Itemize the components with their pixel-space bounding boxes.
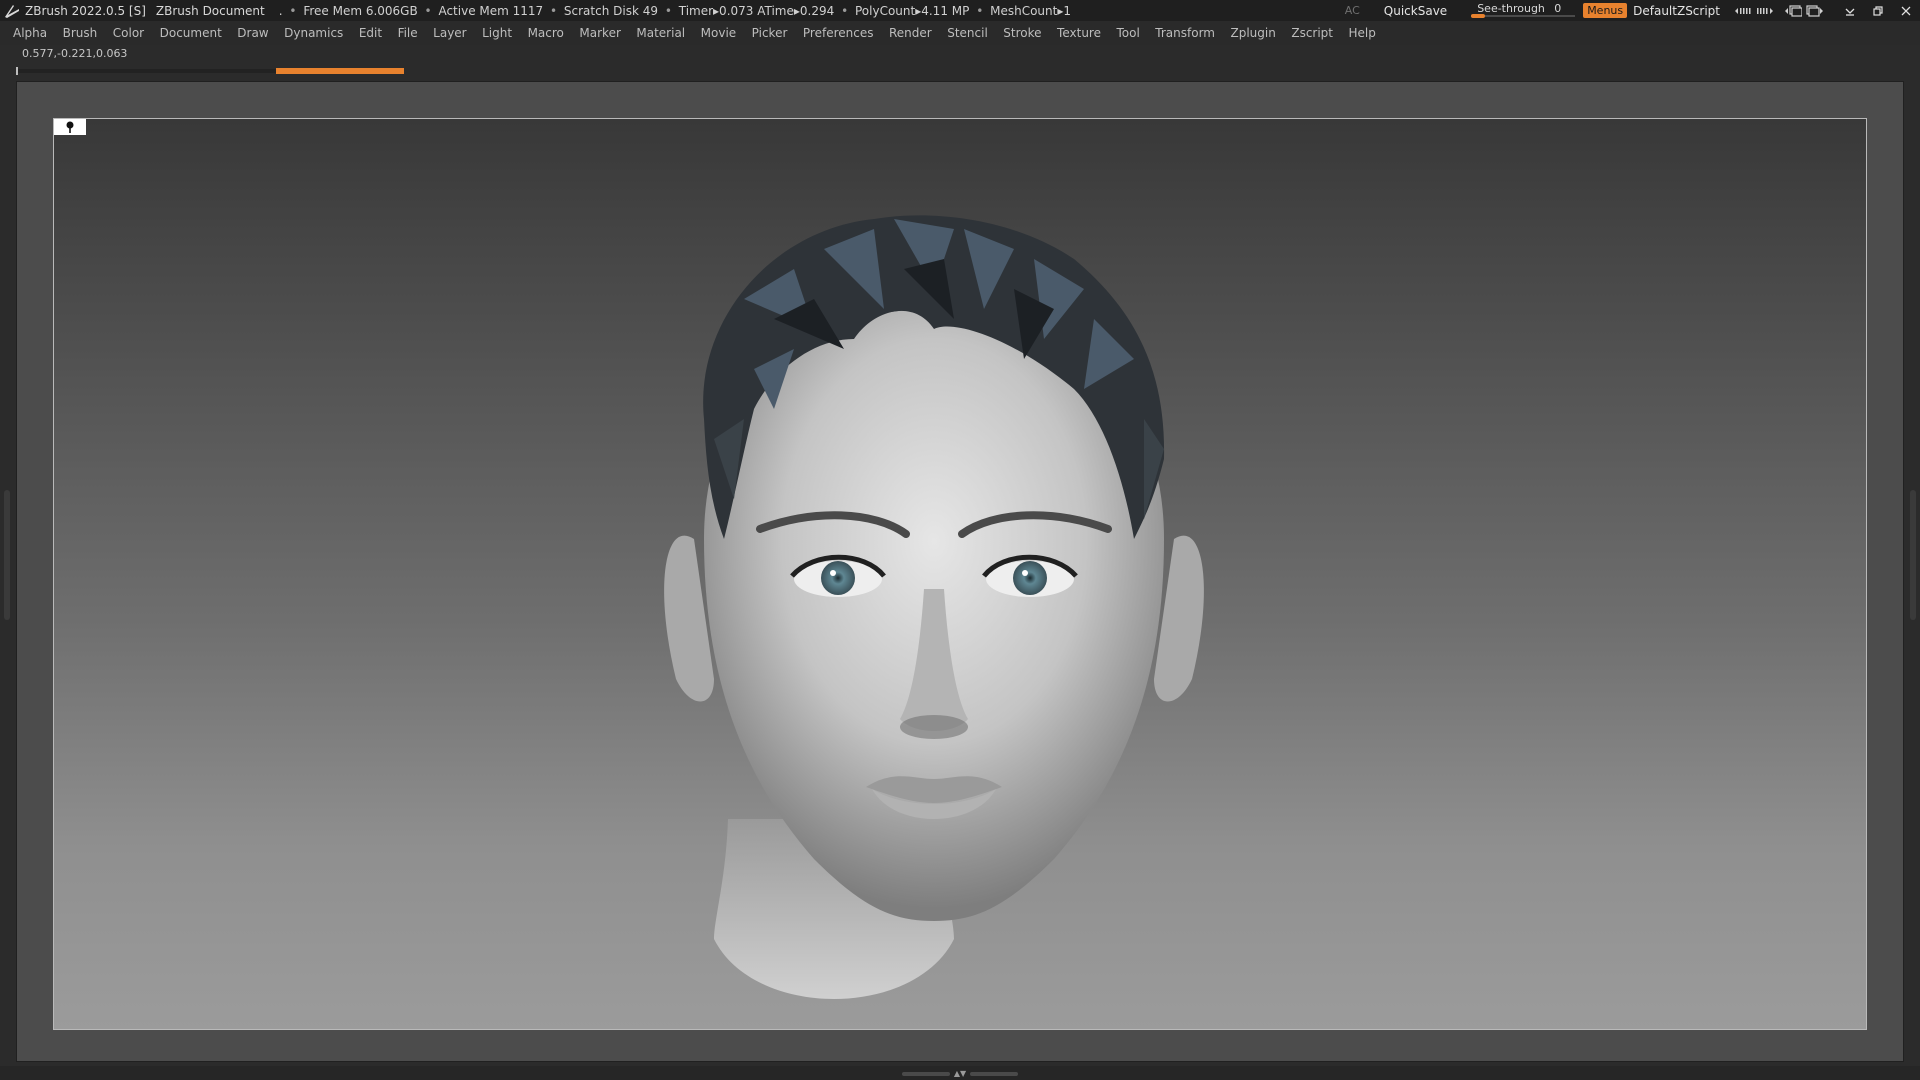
menu-stencil[interactable]: Stencil	[947, 26, 988, 40]
layout-next-icon[interactable]	[1754, 2, 1776, 20]
separator-dot: •	[424, 3, 432, 18]
minimize-icon[interactable]	[1836, 0, 1864, 21]
menu-help[interactable]: Help	[1349, 26, 1376, 40]
menu-brush[interactable]: Brush	[63, 26, 98, 40]
restore-icon[interactable]	[1864, 0, 1892, 21]
menu-edit[interactable]: Edit	[359, 26, 382, 40]
separator-dot: •	[976, 3, 984, 18]
see-through-slider[interactable]: See-through 0	[1471, 1, 1576, 20]
stats-dot: .	[278, 3, 283, 18]
right-tray-handle[interactable]	[1910, 490, 1916, 620]
cursor-coordinates: 0.577,-0.221,0.063	[22, 47, 128, 60]
title-bar-right: AC QuickSave See-through 0 Menus Default…	[1345, 0, 1920, 21]
separator-dot: •	[289, 3, 297, 18]
menu-texture[interactable]: Texture	[1057, 26, 1101, 40]
quicksave-button[interactable]: QuickSave	[1384, 4, 1447, 18]
ac-label[interactable]: AC	[1345, 4, 1360, 17]
menu-layer[interactable]: Layer	[433, 26, 466, 40]
see-through-value: 0	[1554, 1, 1562, 15]
title-bar: ZBrush 2022.0.5 [S] ZBrush Document . • …	[0, 0, 1920, 21]
menu-light[interactable]: Light	[482, 26, 512, 40]
close-icon[interactable]	[1892, 0, 1920, 21]
menu-stroke[interactable]: Stroke	[1003, 26, 1041, 40]
menu-dynamics[interactable]: Dynamics	[284, 26, 343, 40]
document-name: ZBrush Document	[155, 3, 265, 18]
bottom-handle-bar	[970, 1072, 1019, 1076]
menu-color[interactable]: Color	[113, 26, 144, 40]
menu-file[interactable]: File	[398, 26, 418, 40]
progress-tick	[16, 67, 18, 75]
zbrush-logo-icon[interactable]	[3, 2, 21, 20]
menu-document[interactable]: Document	[160, 26, 222, 40]
progress-fill	[276, 68, 404, 74]
expand-collapse-icon[interactable]: ▲▼	[954, 1070, 966, 1078]
menu-macro[interactable]: Macro	[528, 26, 564, 40]
timer: Timer▸0.073 ATime▸0.294	[678, 3, 835, 18]
menu-zscript[interactable]: Zscript	[1291, 26, 1333, 40]
active-mem: Active Mem 1117	[438, 3, 544, 18]
app-title: ZBrush 2022.0.5 [S]	[25, 3, 146, 18]
left-tray-handle[interactable]	[4, 490, 10, 620]
menu-movie[interactable]: Movie	[701, 26, 737, 40]
mesh-count: MeshCount▸1	[990, 3, 1071, 18]
scratch-disk: Scratch Disk 49	[563, 3, 658, 18]
menu-alpha[interactable]: Alpha	[13, 26, 47, 40]
menu-picker[interactable]: Picker	[752, 26, 788, 40]
progress-bar	[16, 67, 406, 75]
menu-preferences[interactable]: Preferences	[803, 26, 874, 40]
ui-layout-a-icon[interactable]	[1782, 2, 1804, 20]
progress-track	[16, 69, 276, 73]
separator-dot: •	[664, 3, 672, 18]
document-viewport[interactable]	[53, 118, 1867, 1030]
see-through-handle[interactable]	[1471, 13, 1486, 18]
layout-prev-icon[interactable]	[1732, 2, 1754, 20]
bottom-tray-handle[interactable]: ▲▼	[895, 1070, 1025, 1078]
separator-dot: •	[841, 3, 849, 18]
separator-dot: •	[550, 3, 558, 18]
default-zscript-button[interactable]: DefaultZScript	[1633, 4, 1720, 18]
menus-toggle-button[interactable]: Menus	[1583, 3, 1628, 18]
bottom-handle-bar	[901, 1072, 950, 1076]
menu-transform[interactable]: Transform	[1155, 26, 1215, 40]
see-through-label: See-through	[1477, 1, 1545, 15]
pin-icon[interactable]	[54, 119, 86, 135]
system-stats: . • Free Mem 6.006GB • Active Mem 1117 •…	[279, 4, 1071, 18]
menu-material[interactable]: Material	[636, 26, 685, 40]
menu-tool[interactable]: Tool	[1116, 26, 1139, 40]
free-mem: Free Mem 6.006GB	[303, 3, 418, 18]
main-menu-bar: Alpha Brush Color Document Draw Dynamics…	[0, 21, 1920, 45]
menu-zplugin[interactable]: Zplugin	[1231, 26, 1276, 40]
see-through-track	[1471, 14, 1576, 17]
menu-render[interactable]: Render	[889, 26, 932, 40]
poly-count: PolyCount▸4.11 MP	[854, 3, 970, 18]
menu-draw[interactable]: Draw	[237, 26, 268, 40]
ui-layout-b-icon[interactable]	[1804, 2, 1826, 20]
sculpted-head-model[interactable]	[54, 119, 1866, 1029]
title-bar-left: ZBrush 2022.0.5 [S] ZBrush Document . • …	[0, 0, 1071, 21]
menu-marker[interactable]: Marker	[579, 26, 620, 40]
